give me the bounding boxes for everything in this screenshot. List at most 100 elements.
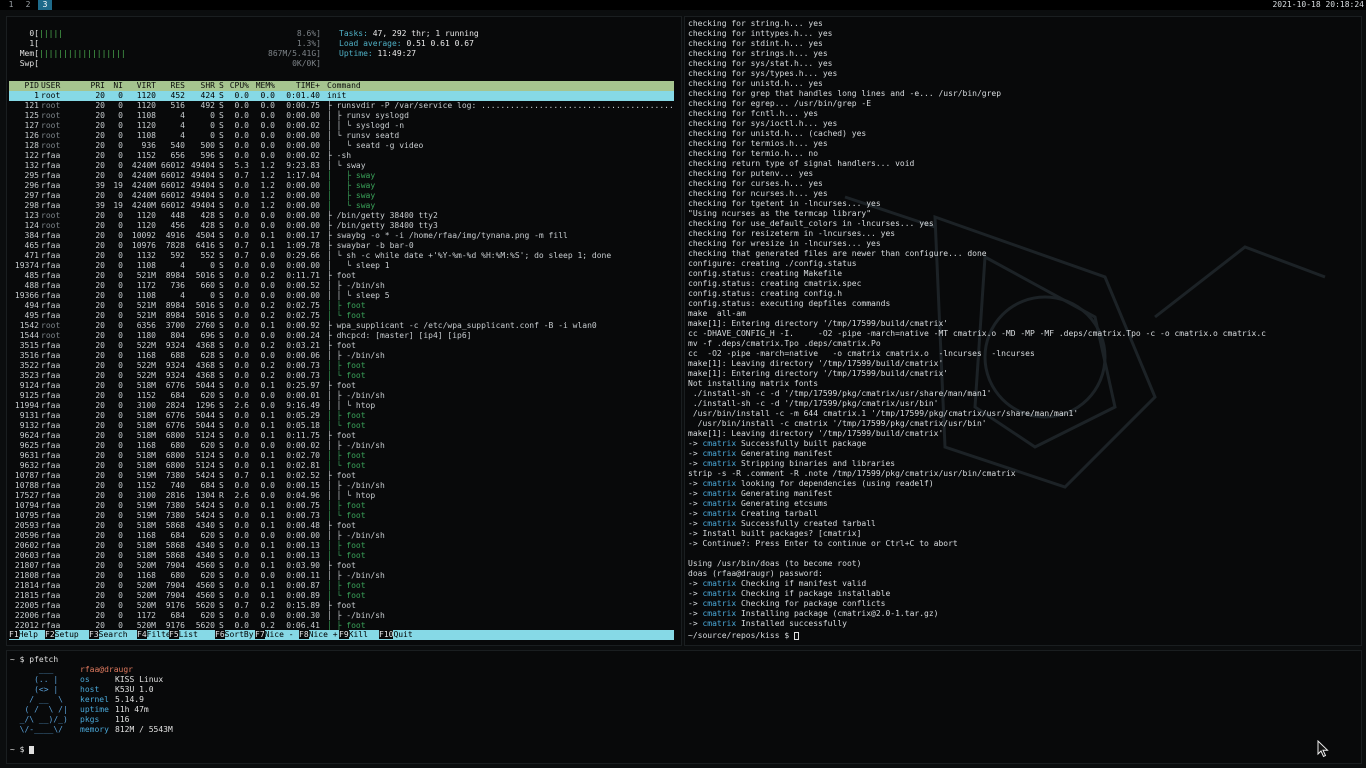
column-header[interactable]: CPU% (230, 81, 249, 91)
process-row[interactable]: 384 rfaa 20 0 10092 4916 4504 S 0.0 0.1 0:00.17 ├ s… (9, 231, 674, 241)
column-header[interactable]: PRI (91, 81, 105, 91)
fkey-kill[interactable]: F9Kill (339, 630, 368, 640)
fkey-sortby[interactable]: F6SortBy (215, 630, 254, 640)
process-row[interactable]: 126 root 20 0 1108 4 0 S 0.0 0.0 0:00.00 │ └ runsv … (9, 131, 674, 141)
process-row[interactable]: 10787 rfaa 20 0 519M 7380 5424 S 0.7 0.1 0:02.52 ├ … (9, 471, 674, 481)
process-row[interactable]: 10788 rfaa 20 0 1152 740 684 S 0.0 0.0 0:00.15 │ ├ … (9, 481, 674, 491)
process-row[interactable]: 20593 rfaa 20 0 518M 5868 4340 S 0.0 0.1 0:00.48 ├ … (9, 521, 674, 531)
process-row[interactable]: 123 root 20 0 1120 448 428 S 0.0 0.0 0:00.00 ├ /bin… (9, 211, 674, 221)
shell-terminal[interactable]: ~ $ pfetch ___ (.. | (<> | / __ \ ( / \ … (6, 650, 1362, 764)
column-header[interactable]: PID (25, 81, 39, 91)
workspace-button[interactable]: 1 (4, 0, 18, 10)
process-row[interactable]: 122 rfaa 20 0 1152 656 596 S 0.0 0.0 0:00.02 ├ -sh (9, 151, 674, 161)
process-row[interactable]: 297 rfaa 20 0 4240M 66012 49404 S 0.0 1.2 0:00.00 │… (9, 191, 674, 201)
process-cmd: ├ swaybar -b bar-0 (327, 241, 414, 250)
process-row[interactable]: 132 rfaa 20 0 4240M 66012 49404 S 5.3 1.2 9:23.83 │… (9, 161, 674, 171)
process-row[interactable]: 9625 rfaa 20 0 1168 680 620 S 0.0 0.0 0:00.02 │ ├ -… (9, 441, 674, 451)
process-row[interactable]: 494 rfaa 20 0 521M 8984 5016 S 0.0 0.2 0:02.75 │ ├ … (9, 301, 674, 311)
process-row[interactable]: 22005 rfaa 20 0 520M 9176 5620 S 0.7 0.2 0:15.89 ├ … (9, 601, 674, 611)
ascii-line: (<> | (10, 685, 59, 694)
process-row[interactable]: 488 rfaa 20 0 1172 736 660 S 0.0 0.0 0:00.52 │ ├ -/… (9, 281, 674, 291)
column-header[interactable]: SHR (201, 81, 215, 91)
process-row[interactable]: 1 root 20 0 1120 452 424 S 0.0 0.0 0:01.40 init (9, 91, 674, 101)
process-shr: 4368 (195, 371, 215, 380)
process-row[interactable]: 128 root 20 0 936 540 500 S 0.0 0.0 0:00.00 │ └ sea… (9, 141, 674, 151)
process-s: S (219, 171, 224, 180)
column-header[interactable]: RES (171, 81, 185, 91)
fkey-quit[interactable]: F10Quit (379, 630, 413, 640)
process-row[interactable]: 3515 rfaa 20 0 522M 9324 4368 S 0.0 0.2 0:03.21 ├ f… (9, 341, 674, 351)
process-row[interactable]: 9132 rfaa 20 0 518M 6776 5044 S 0.0 0.1 0:05.18 │ └… (9, 421, 674, 431)
process-row[interactable]: 9631 rfaa 20 0 518M 6800 5124 S 0.0 0.1 0:02.70 │ ├… (9, 451, 674, 461)
process-row[interactable]: 21815 rfaa 20 0 520M 7904 4560 S 0.0 0.1 0:00.89 │ … (9, 591, 674, 601)
process-row[interactable]: 9125 rfaa 20 0 1152 684 620 S 0.0 0.0 0:00.01 │ ├ -… (9, 391, 674, 401)
process-row[interactable]: 124 root 20 0 1120 456 428 S 0.0 0.0 0:00.00 ├ /bin… (9, 221, 674, 231)
process-row[interactable]: 298 rfaa 39 19 4240M 66012 49404 S 0.0 1.2 0:00.00… (9, 201, 674, 211)
htop-terminal[interactable]: 0[||||| 8.6%] 1[1.3%] Mem[|||||||||||||||||… (6, 16, 682, 646)
process-row[interactable]: 295 rfaa 20 0 4240M 66012 49404 S 0.7 1.2 1:17.04 │… (9, 171, 674, 181)
process-row[interactable]: 22006 rfaa 20 0 1172 684 620 S 0.0 0.0 0:00.30 │ ├ … (9, 611, 674, 621)
column-header[interactable]: TIME+ (296, 81, 320, 91)
fkey-list[interactable]: F5List (169, 630, 198, 640)
process-row[interactable]: 1542 root 20 0 6356 3700 2760 S 0.0 0.1 0:00.92 ├ w… (9, 321, 674, 331)
process-row[interactable]: 21808 rfaa 20 0 1168 680 620 S 0.0 0.0 0:00.11 │ ├ … (9, 571, 674, 581)
process-user: rfaa (41, 381, 61, 390)
process-row[interactable]: 485 rfaa 20 0 521M 8984 5016 S 0.0 0.2 0:11.71 ├ fo… (9, 271, 674, 281)
column-header[interactable]: NI (113, 81, 123, 91)
fkey-help[interactable]: F1Help (9, 630, 38, 640)
process-row[interactable]: 20603 rfaa 20 0 518M 5868 4340 S 0.0 0.1 0:00.13 │ … (9, 551, 674, 561)
fkey-search[interactable]: F3Search (89, 630, 128, 640)
column-header[interactable]: USER (41, 81, 60, 91)
log-text: Stripping binaries and libraries (736, 459, 896, 468)
process-row[interactable]: 121 root 20 0 1120 516 492 S 0.0 0.0 0:00.75 ├ runs… (9, 101, 674, 111)
process-row[interactable]: 471 rfaa 20 0 1132 592 552 S 0.7 0.0 0:29.66 │ └ sh… (9, 251, 674, 261)
process-cpu: 0.0 (234, 91, 249, 100)
shell-prompt-line[interactable]: ~ $ (10, 745, 35, 755)
process-shr: 4560 (195, 591, 215, 600)
column-header[interactable]: S (219, 81, 224, 91)
workspace-button[interactable]: 3 (38, 0, 52, 10)
process-row[interactable]: 495 rfaa 20 0 521M 8984 5016 S 0.0 0.2 0:02.75 │ └ … (9, 311, 674, 321)
fkey-nice[interactable]: F8Nice + (299, 630, 338, 640)
process-row[interactable]: 19374 rfaa 20 0 1108 4 0 S 0.0 0.0 0:00.00 │ └ slee… (9, 261, 674, 271)
process-row[interactable]: 127 root 20 0 1120 4 0 S 0.0 0.0 0:00.02 │ │ └ sysl… (9, 121, 674, 131)
process-row[interactable]: 20602 rfaa 20 0 518M 5868 4340 S 0.0 0.1 0:00.13 │ … (9, 541, 674, 551)
column-header[interactable]: MEM% (256, 81, 275, 91)
process-time: 0:00.02 (286, 151, 320, 160)
process-row[interactable]: 296 rfaa 39 19 4240M 66012 49404 S 0.0 1.2 0:00.00… (9, 181, 674, 191)
process-row[interactable]: 1544 root 20 0 1180 804 696 S 0.0 0.0 0:00.24 ├ dhc… (9, 331, 674, 341)
process-row[interactable]: 125 root 20 0 1108 4 0 S 0.0 0.0 0:00.00 │ ├ runsv … (9, 111, 674, 121)
process-row[interactable]: 9632 rfaa 20 0 518M 6800 5124 S 0.0 0.1 0:02.81 │ └… (9, 461, 674, 471)
process-row[interactable]: 17527 rfaa 20 0 3100 2816 1304 R 2.6 0.0 0:04.96 │ … (9, 491, 674, 501)
workspace-button[interactable]: 2 (21, 0, 35, 10)
process-row[interactable]: 20596 rfaa 20 0 1168 684 620 S 0.0 0.0 0:00.00 │ ├ … (9, 531, 674, 541)
fkey-setup[interactable]: F2Setup (45, 630, 79, 640)
process-row[interactable]: 9131 rfaa 20 0 518M 6776 5044 S 0.0 0.1 0:05.29 │ ├… (9, 411, 674, 421)
process-row[interactable]: 9624 rfaa 20 0 518M 6800 5124 S 0.0 0.1 0:11.75 ├ f… (9, 431, 674, 441)
process-row[interactable]: 9124 rfaa 20 0 518M 6776 5044 S 0.0 0.1 0:25.97 ├ f… (9, 381, 674, 391)
process-row[interactable]: 3516 rfaa 20 0 1168 688 628 S 0.0 0.0 0:00.06 │ ├ -… (9, 351, 674, 361)
process-row[interactable]: 21807 rfaa 20 0 520M 7904 4560 S 0.0 0.1 0:03.90 ├ … (9, 561, 674, 571)
process-row[interactable]: 21814 rfaa 20 0 520M 7904 4560 S 0.0 0.1 0:00.87 │ … (9, 581, 674, 591)
log-text: checking return type of signal handlers.… (688, 159, 915, 168)
pfetch-key: uptime (80, 705, 109, 714)
build-terminal[interactable]: checking for string.h... yes checking for… (684, 16, 1362, 646)
process-res: 7904 (165, 561, 185, 570)
process-row[interactable]: 10794 rfaa 20 0 519M 7380 5424 S 0.0 0.1 0:00.75 │ … (9, 501, 674, 511)
process-row[interactable]: 11994 rfaa 20 0 3100 2824 1296 S 2.6 0.0 9:16.49 │ … (9, 401, 674, 411)
process-row[interactable]: 19366 rfaa 20 0 1108 4 0 S 0.0 0.0 0:00.00 │ │ └ sl… (9, 291, 674, 301)
fkey-nice[interactable]: F7Nice - (255, 630, 294, 640)
process-user: root (41, 221, 61, 230)
column-header[interactable]: VIRT (137, 81, 156, 91)
process-row[interactable]: 465 rfaa 20 0 10976 7828 6416 S 0.7 0.1 1:09.78 ├ s… (9, 241, 674, 251)
column-header[interactable]: Command (327, 81, 361, 91)
process-table-header[interactable]: PID USER PRI NI VIRT RES SHR S CPU% MEM% TIME+ Comm… (9, 81, 674, 91)
process-virt: 1108 (136, 261, 156, 270)
process-cpu: 0.0 (234, 341, 249, 350)
process-row[interactable]: 3523 rfaa 20 0 522M 9324 4368 S 0.0 0.2 0:00.73 │ └… (9, 371, 674, 381)
process-row[interactable]: 3522 rfaa 20 0 522M 9324 4368 S 0.0 0.2 0:00.73 │ ├… (9, 361, 674, 371)
process-row[interactable]: 10795 rfaa 20 0 519M 7380 5424 S 0.0 0.1 0:00.73 │ … (9, 511, 674, 521)
build-prompt-line[interactable]: ~/source/repos/kiss $ (688, 631, 799, 641)
process-virt: 10976 (131, 241, 156, 250)
process-user: rfaa (41, 401, 61, 410)
